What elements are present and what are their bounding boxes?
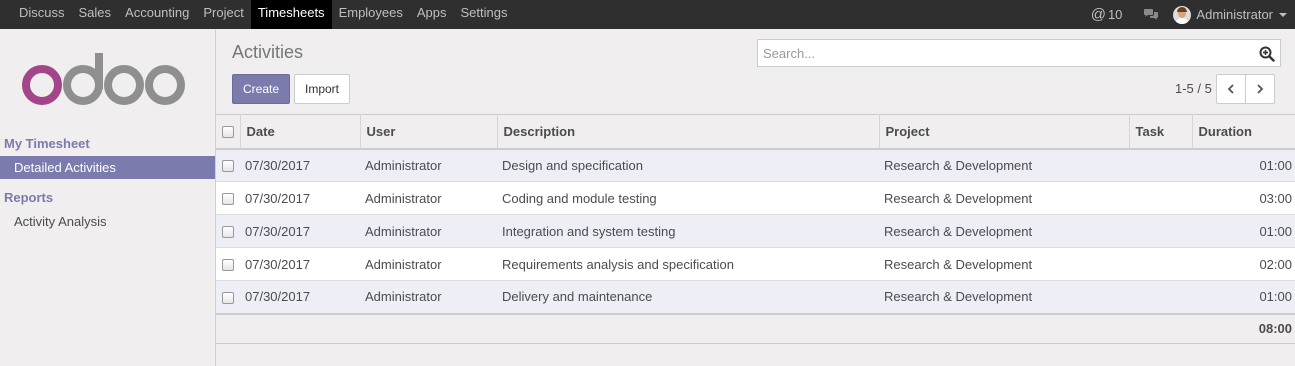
- cell-duration: 01:00: [1259, 289, 1292, 305]
- user-name: Administrator: [1196, 7, 1273, 22]
- avatar: [1173, 5, 1192, 24]
- search-plus-icon[interactable]: [1259, 46, 1275, 62]
- sidebar-item-activity-analysis[interactable]: Activity Analysis: [0, 210, 215, 233]
- row-checkbox[interactable]: [222, 193, 234, 206]
- cell-task: [1129, 149, 1192, 182]
- table-row[interactable]: 07/30/2017 Administrator Coding and modu…: [216, 181, 1295, 215]
- cell-user: Administrator: [365, 289, 442, 305]
- row-checkbox[interactable]: [222, 259, 234, 272]
- mentions-button[interactable]: @ 10: [1082, 0, 1132, 29]
- column-header-project[interactable]: Project: [878, 114, 1129, 149]
- sidebar-section-my-timesheet: My Timesheet: [4, 136, 90, 151]
- cell-project: Research & Development: [884, 223, 1033, 239]
- pager-previous-button[interactable]: [1216, 74, 1246, 104]
- cell-date: 07/30/2017: [245, 190, 311, 206]
- comments-icon: [1144, 8, 1159, 20]
- cell-date: 07/30/2017: [245, 223, 311, 239]
- menu-item-discuss[interactable]: Discuss: [12, 0, 72, 29]
- list-view: Date User Description Project Task Durat…: [216, 114, 1295, 366]
- sidebar-item-detailed-activities[interactable]: Detailed Activities: [0, 156, 215, 179]
- search-input[interactable]: [758, 40, 1248, 66]
- menu-item-project[interactable]: Project: [196, 0, 250, 29]
- menu-item-timesheets[interactable]: Timesheets: [250, 0, 332, 29]
- cell-description: Integration and system testing: [502, 223, 676, 239]
- control-panel: Activities Create Import 1-5 / 5: [216, 29, 1295, 114]
- cell-user: Administrator: [365, 157, 442, 173]
- row-select-cell: [216, 182, 240, 215]
- column-header-duration[interactable]: Duration: [1191, 114, 1295, 149]
- menu-item-apps[interactable]: Apps: [410, 0, 454, 29]
- column-header-task[interactable]: Task: [1128, 114, 1192, 149]
- menu-item-settings[interactable]: Settings: [454, 0, 515, 29]
- total-duration: 08:00: [1258, 321, 1292, 337]
- import-button[interactable]: Import: [294, 74, 350, 104]
- odoo-logo: [22, 53, 185, 105]
- cell-description: Requirements analysis and specification: [502, 256, 734, 272]
- menu-item-sales[interactable]: Sales: [72, 0, 119, 29]
- row-select-cell: [216, 215, 240, 248]
- cell-description: Coding and module testing: [502, 190, 657, 206]
- top-navbar: Discuss Sales Accounting Project Timeshe…: [0, 0, 1295, 29]
- cell-description: Design and specification: [502, 157, 643, 173]
- menu-item-accounting[interactable]: Accounting: [118, 0, 196, 29]
- row-select-cell: [216, 149, 240, 182]
- cell-task: [1129, 281, 1192, 314]
- pager-value[interactable]: 1-5 / 5: [1175, 81, 1212, 96]
- menu-item-employees[interactable]: Employees: [332, 0, 410, 29]
- cell-date: 07/30/2017: [245, 157, 311, 173]
- sidebar-section-reports: Reports: [4, 190, 54, 205]
- select-all-checkbox[interactable]: [222, 126, 234, 139]
- create-button[interactable]: Create: [232, 74, 290, 104]
- cell-project: Research & Development: [884, 289, 1033, 305]
- cell-user: Administrator: [365, 190, 442, 206]
- table-row[interactable]: 07/30/2017 Administrator Delivery and ma…: [216, 280, 1295, 314]
- row-select-cell: [216, 248, 240, 281]
- at-icon: @: [1090, 6, 1106, 23]
- cell-task: [1129, 215, 1192, 248]
- cell-date: 07/30/2017: [245, 289, 311, 305]
- table-header-row: Date User Description Project Task Durat…: [216, 114, 1295, 149]
- table-row[interactable]: 07/30/2017 Administrator Integration and…: [216, 214, 1295, 248]
- table-row[interactable]: 07/30/2017 Administrator Design and spec…: [216, 148, 1295, 182]
- column-header-description[interactable]: Description: [496, 114, 879, 149]
- select-all-cell: [216, 115, 240, 149]
- row-checkbox[interactable]: [222, 291, 234, 304]
- chevron-right-icon: [1257, 84, 1264, 94]
- caret-down-icon: [1279, 12, 1287, 17]
- cell-duration: 01:00: [1259, 157, 1292, 173]
- cell-description: Delivery and maintenance: [502, 289, 653, 305]
- search-box: [757, 39, 1281, 67]
- sidebar: My Timesheet Detailed Activities Reports…: [0, 29, 216, 366]
- cell-project: Research & Development: [884, 256, 1033, 272]
- cell-user: Administrator: [365, 256, 442, 272]
- cell-duration: 01:00: [1259, 223, 1292, 239]
- column-header-user[interactable]: User: [359, 114, 497, 149]
- cell-date: 07/30/2017: [245, 256, 311, 272]
- row-select-cell: [216, 281, 240, 314]
- cell-user: Administrator: [365, 223, 442, 239]
- cell-duration: 02:00: [1259, 256, 1292, 272]
- cell-project: Research & Development: [884, 157, 1033, 173]
- cell-project: Research & Development: [884, 190, 1033, 206]
- cell-task: [1129, 182, 1192, 215]
- app-menu: Discuss Sales Accounting Project Timeshe…: [12, 0, 515, 29]
- pager-next-button[interactable]: [1245, 74, 1275, 104]
- row-checkbox[interactable]: [222, 226, 234, 239]
- row-checkbox[interactable]: [222, 160, 234, 173]
- activities-table: Date User Description Project Task Durat…: [216, 114, 1295, 344]
- cell-task: [1129, 248, 1192, 281]
- page-title: Activities: [232, 42, 304, 62]
- cell-duration: 03:00: [1259, 190, 1292, 206]
- user-menu[interactable]: Administrator: [1171, 0, 1295, 29]
- chevron-left-icon: [1227, 84, 1234, 94]
- mentions-count: 10: [1107, 7, 1123, 22]
- systray: @ 10 Administrator: [1082, 0, 1295, 29]
- messaging-button[interactable]: [1131, 0, 1171, 29]
- table-row[interactable]: 07/30/2017 Administrator Requirements an…: [216, 247, 1295, 281]
- table-footer-row: 08:00: [216, 313, 1295, 344]
- column-header-date[interactable]: Date: [239, 114, 360, 149]
